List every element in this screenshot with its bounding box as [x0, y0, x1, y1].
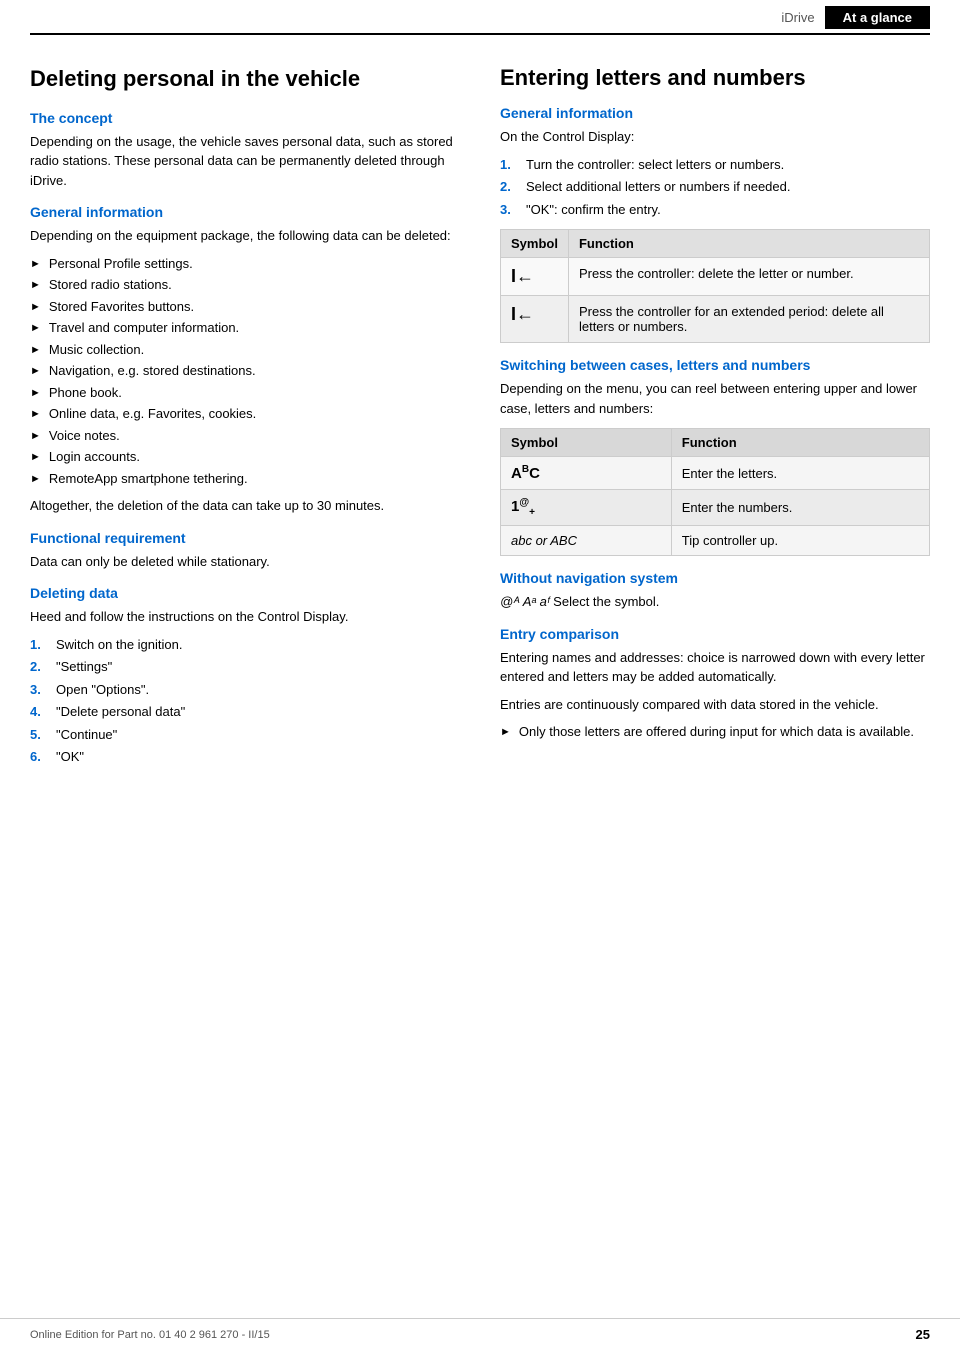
right-steps-list: 1.Turn the controller: select letters or…	[500, 155, 930, 220]
entry-comparison-text2: Entries are continuously compared with d…	[500, 695, 930, 715]
bullet-arrow-icon: ►	[30, 449, 41, 466]
list-item: ►Navigation, e.g. stored destinations.	[30, 361, 460, 381]
functional-req-text: Data can only be deleted while stationar…	[30, 552, 460, 572]
table-row: ABCEnter the letters.	[501, 457, 930, 490]
list-item: 2."Settings"	[30, 657, 460, 677]
left-main-title: Deleting personal in the vehicle	[30, 65, 460, 94]
table-row: I←Press the controller for an extended p…	[501, 296, 930, 343]
list-item: 1.Turn the controller: select letters or…	[500, 155, 930, 175]
function-cell: Tip controller up.	[671, 526, 929, 556]
concept-text: Depending on the usage, the vehicle save…	[30, 132, 460, 191]
without-nav-section: @ᴬ Aᵃ aᶠ Select the symbol.	[500, 592, 930, 612]
step-number: 3.	[30, 680, 48, 700]
deleting-steps-list: 1.Switch on the ignition.2."Settings" 3.O…	[30, 635, 460, 767]
function-cell: Press the controller: delete the letter …	[568, 258, 929, 296]
list-item: ►Voice notes.	[30, 426, 460, 446]
bullet-arrow-icon: ►	[30, 385, 41, 402]
footer-text: Online Edition for Part no. 01 40 2 961 …	[30, 1329, 270, 1341]
symbol-col-header: Symbol	[501, 230, 569, 258]
switching-text: Depending on the menu, you can reel betw…	[500, 379, 930, 418]
table-row: 1@+Enter the numbers.	[501, 490, 930, 526]
bullet-arrow-icon: ►	[30, 363, 41, 380]
page-header: iDrive At a glance	[30, 0, 930, 35]
list-item: 3.Open "Options".	[30, 680, 460, 700]
switching-heading: Switching between cases, letters and num…	[500, 357, 930, 373]
bullet-arrow-icon: ►	[30, 428, 41, 445]
list-item: ►Personal Profile settings.	[30, 254, 460, 274]
symbol-cell: I←	[501, 258, 569, 296]
page-footer: Online Edition for Part no. 01 40 2 961 …	[0, 1318, 960, 1342]
bullet-arrow-icon: ►	[30, 256, 41, 273]
list-item: 6."OK"	[30, 747, 460, 767]
without-nav-text: Select the symbol.	[553, 594, 659, 609]
list-item: ►Only those letters are offered during i…	[500, 722, 930, 742]
step-number: 4.	[30, 702, 48, 722]
bullet-list: ►Personal Profile settings.►Stored radio…	[30, 254, 460, 489]
list-item: 1.Switch on the ignition.	[30, 635, 460, 655]
function-cell: Enter the letters.	[671, 457, 929, 490]
list-item: 3."OK": confirm the entry.	[500, 200, 930, 220]
list-item: 2.Select additional letters or numbers i…	[500, 177, 930, 197]
bullet-arrow-icon: ►	[30, 406, 41, 423]
right-main-title: Entering letters and numbers	[500, 65, 930, 91]
left-column: Deleting personal in the vehicle The con…	[30, 65, 460, 773]
list-item: 5."Continue"	[30, 725, 460, 745]
right-general-info-heading: General information	[500, 105, 930, 121]
list-item: ►Music collection.	[30, 340, 460, 360]
step-number: 1.	[500, 155, 518, 175]
list-item: ►Online data, e.g. Favorites, cookies.	[30, 404, 460, 424]
table-row: abc or ABCTip controller up.	[501, 526, 930, 556]
functional-req-heading: Functional requirement	[30, 530, 460, 546]
list-item: ►Login accounts.	[30, 447, 460, 467]
table-row: I←Press the controller: delete the lette…	[501, 258, 930, 296]
deleting-data-heading: Deleting data	[30, 585, 460, 601]
bullet-arrow-icon: ►	[30, 277, 41, 294]
function-col-header: Function	[568, 230, 929, 258]
step-number: 1.	[30, 635, 48, 655]
list-item: 4."Delete personal data"	[30, 702, 460, 722]
symbol-table: Symbol Function I←Press the controller: …	[500, 229, 930, 343]
symbol-cell: I←	[501, 296, 569, 343]
header-tab-label: At a glance	[825, 6, 930, 29]
bullet-arrow-icon: ►	[30, 471, 41, 488]
symbol-cell: ABC	[501, 457, 672, 490]
general-info-text-left: Depending on the equipment package, the …	[30, 226, 460, 246]
symbol-cell: abc or ABC	[501, 526, 672, 556]
general-info-heading-left: General information	[30, 204, 460, 220]
footer-page: 25	[916, 1327, 930, 1342]
step-number: 2.	[30, 657, 48, 677]
list-item: ►RemoteApp smartphone tethering.	[30, 469, 460, 489]
step-number: 6.	[30, 747, 48, 767]
without-nav-heading: Without navigation system	[500, 570, 930, 586]
step-number: 2.	[500, 177, 518, 197]
symbol-cell: 1@+	[501, 490, 672, 526]
entry-comparison-text1: Entering names and addresses: choice is …	[500, 648, 930, 687]
concept-heading: The concept	[30, 110, 460, 126]
content-wrapper: Deleting personal in the vehicle The con…	[0, 35, 960, 833]
right-column: Entering letters and numbers General inf…	[500, 65, 930, 773]
general-info-footer: Altogether, the deletion of the data can…	[30, 496, 460, 516]
entry-comparison-heading: Entry comparison	[500, 626, 930, 642]
step-number: 3.	[500, 200, 518, 220]
function-cell: Press the controller for an extended per…	[568, 296, 929, 343]
bullet-arrow-icon: ►	[30, 320, 41, 337]
list-item: ►Stored radio stations.	[30, 275, 460, 295]
entry-comparison-bullet-list: ►Only those letters are offered during i…	[500, 722, 930, 742]
deleting-data-text: Heed and follow the instructions on the …	[30, 607, 460, 627]
list-item: ►Stored Favorites buttons.	[30, 297, 460, 317]
switch-col2-header: Function	[671, 429, 929, 457]
bullet-arrow-icon: ►	[30, 342, 41, 359]
switch-col1-header: Symbol	[501, 429, 672, 457]
without-nav-symbols: @ᴬ Aᵃ aᶠ	[500, 594, 553, 609]
function-cell: Enter the numbers.	[671, 490, 929, 526]
header-idrive-label: iDrive	[781, 10, 824, 25]
right-general-info-text: On the Control Display:	[500, 127, 930, 147]
switch-table: Symbol Function ABCEnter the letters.1@+…	[500, 428, 930, 556]
list-item: ►Travel and computer information.	[30, 318, 460, 338]
list-item: ►Phone book.	[30, 383, 460, 403]
bullet-arrow-icon: ►	[500, 724, 511, 741]
step-number: 5.	[30, 725, 48, 745]
bullet-arrow-icon: ►	[30, 299, 41, 316]
